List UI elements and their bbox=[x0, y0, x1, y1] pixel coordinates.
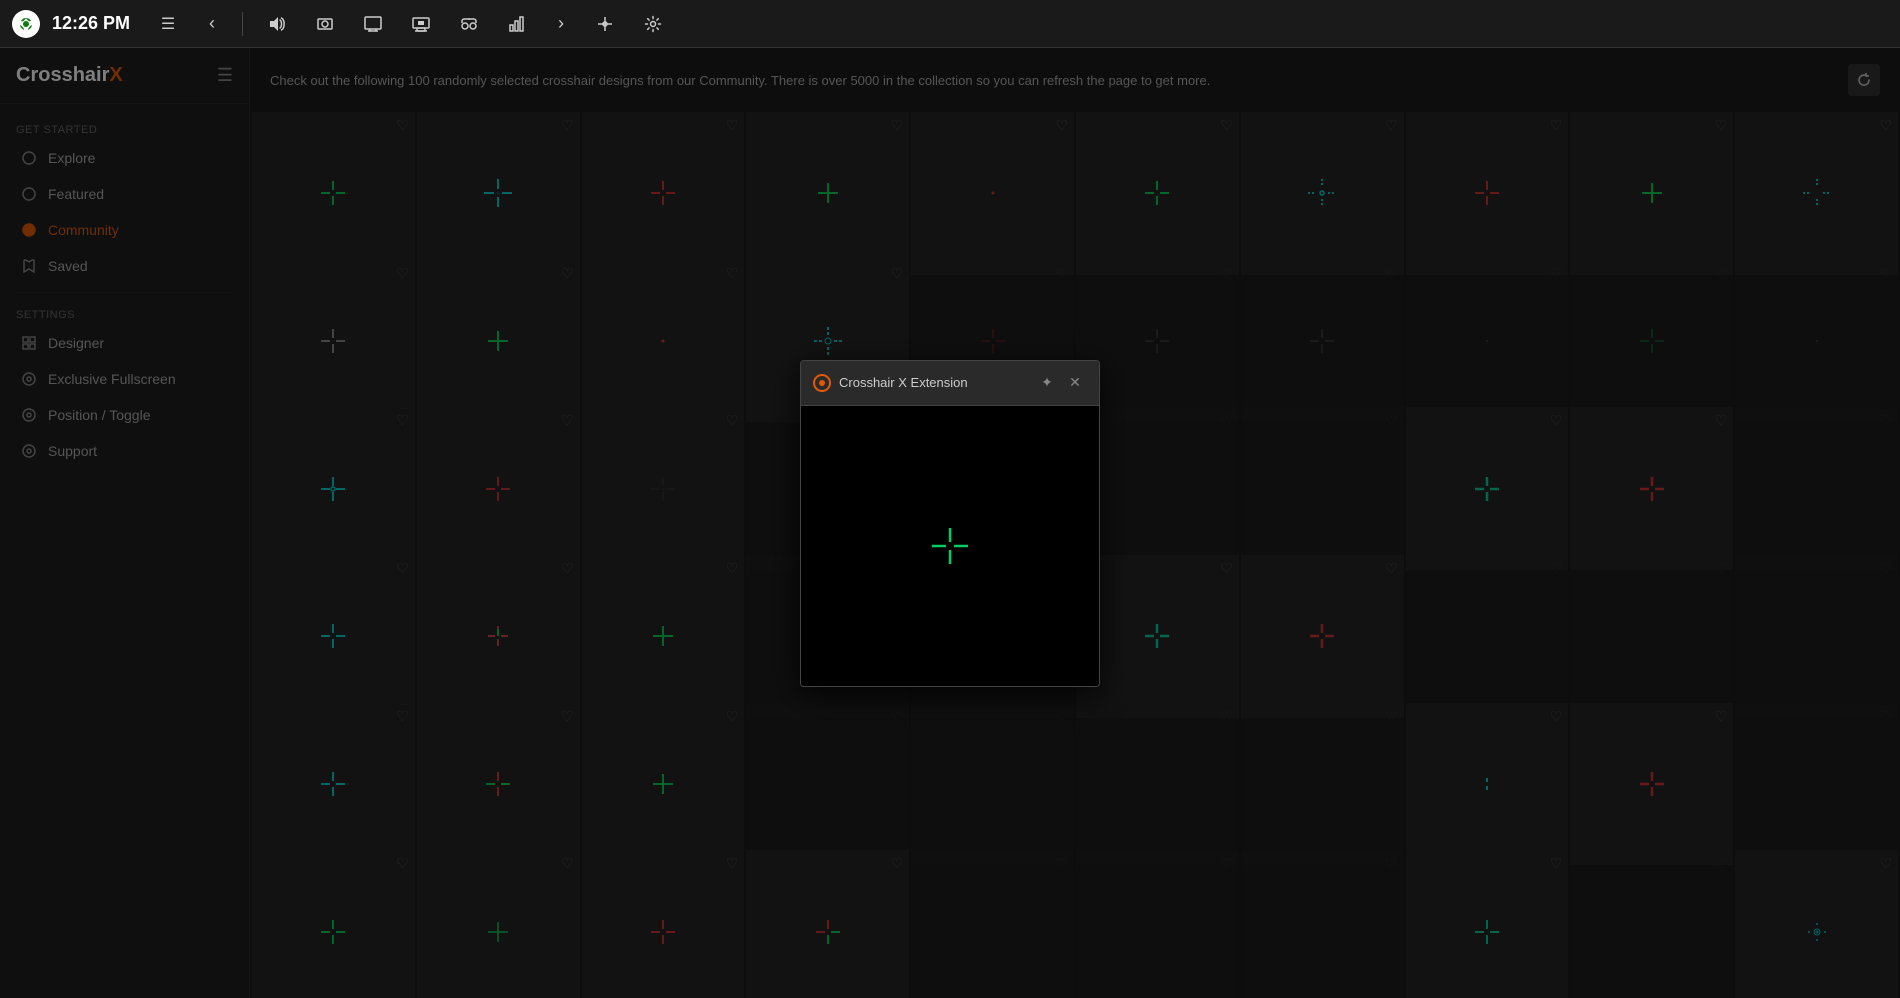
taskbar-time: 12:26 PM bbox=[52, 13, 130, 34]
taskbar: 12:26 PM ☰ ‹ bbox=[0, 0, 1900, 48]
taskbar-cursor-btn[interactable] bbox=[587, 6, 623, 42]
modal-header: Crosshair X Extension ✦ ✕ bbox=[801, 361, 1099, 406]
taskbar-back-btn[interactable]: ‹ bbox=[198, 10, 226, 38]
taskbar-cast-btn[interactable] bbox=[403, 6, 439, 42]
modal-pin-btn[interactable]: ✦ bbox=[1035, 371, 1059, 395]
taskbar-chart-btn[interactable] bbox=[499, 6, 535, 42]
taskbar-volume-btn[interactable] bbox=[259, 6, 295, 42]
taskbar-capture-btn[interactable] bbox=[307, 6, 343, 42]
modal-body bbox=[801, 406, 1099, 686]
taskbar-menu-btn[interactable]: ☰ bbox=[150, 6, 186, 42]
taskbar-separator bbox=[242, 12, 243, 36]
taskbar-settings-btn[interactable] bbox=[635, 6, 671, 42]
modal-title: Crosshair X Extension bbox=[839, 375, 968, 390]
crosshair-extension-modal: Crosshair X Extension ✦ ✕ bbox=[800, 360, 1100, 687]
modal-close-btn[interactable]: ✕ bbox=[1063, 371, 1087, 395]
taskbar-more-btn[interactable]: › bbox=[547, 10, 575, 38]
taskbar-display-btn[interactable] bbox=[355, 6, 391, 42]
modal-logo-inner bbox=[819, 380, 825, 386]
modal-title-area: Crosshair X Extension bbox=[813, 374, 968, 392]
modal-overlay: Crosshair X Extension ✦ ✕ bbox=[0, 48, 1900, 998]
taskbar-binoculars-btn[interactable] bbox=[451, 6, 487, 42]
xbox-icon bbox=[12, 10, 40, 38]
modal-crosshair-preview bbox=[920, 516, 980, 576]
modal-header-btns: ✦ ✕ bbox=[1035, 371, 1087, 395]
modal-logo-icon bbox=[813, 374, 831, 392]
